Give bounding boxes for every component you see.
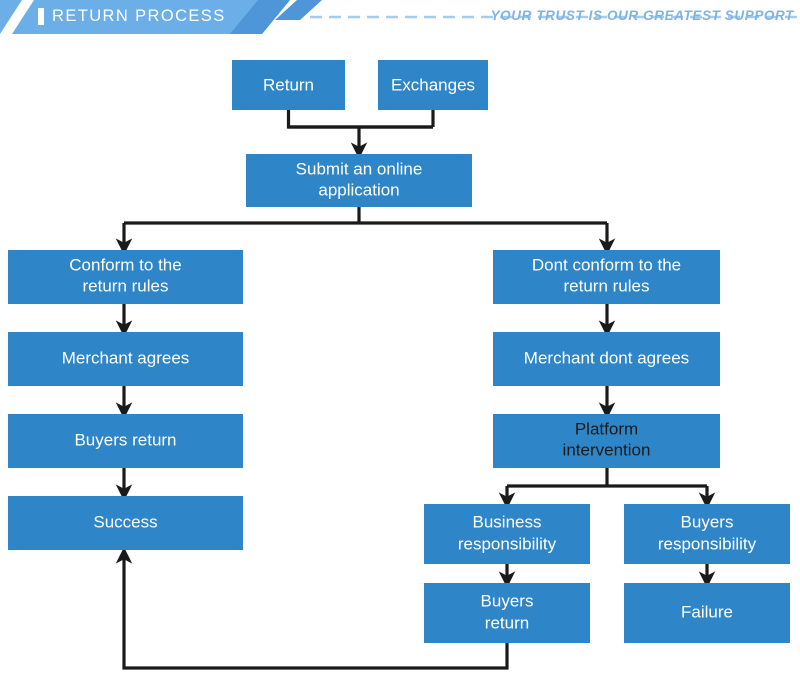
node-return[interactable]: Return — [232, 60, 345, 110]
return-process-flowchart: Return Exchanges Submit an online applic… — [8, 60, 790, 670]
node-merchant-agrees-label: Merchant agrees — [62, 348, 190, 367]
node-business-responsibility-label-line2: responsibility — [458, 534, 557, 553]
node-conform-rules-label-line2: return rules — [83, 276, 169, 295]
node-buyers-responsibility[interactable]: Buyers responsibility — [624, 504, 790, 564]
vertical-bar-icon — [38, 8, 44, 25]
node-return-label: Return — [263, 75, 314, 94]
node-success[interactable]: Success — [8, 496, 243, 550]
edge-platform-split — [507, 468, 707, 488]
node-not-conform-rules-label-line2: return rules — [564, 276, 650, 295]
node-platform-intervention-label-line2: intervention — [563, 440, 651, 459]
node-not-conform-rules[interactable]: Dont conform to the return rules — [493, 250, 720, 304]
node-buyers-return-left-label: Buyers return — [74, 430, 176, 449]
node-platform-intervention[interactable]: Platform intervention — [493, 414, 720, 468]
header-tagline: YOUR TRUST IS OUR GREATEST SUPPORT — [490, 8, 794, 23]
node-exchanges-label: Exchanges — [391, 75, 475, 94]
node-buyers-return-right-label-line1: Buyers — [481, 591, 534, 610]
node-failure[interactable]: Failure — [624, 583, 790, 643]
node-buyers-return-left[interactable]: Buyers return — [8, 414, 243, 468]
page-title: RETURN PROCESS — [52, 7, 226, 25]
node-platform-intervention-label-line1: Platform — [575, 419, 638, 438]
node-buyers-responsibility-label-line1: Buyers — [681, 512, 734, 531]
node-buyers-responsibility-label-line2: responsibility — [658, 534, 757, 553]
node-business-responsibility-label-line1: Business — [473, 512, 542, 531]
node-submit-application[interactable]: Submit an online application — [246, 154, 472, 207]
node-buyers-return-right-label-line2: return — [485, 613, 529, 632]
node-buyers-return-right[interactable]: Buyers return — [424, 583, 590, 643]
node-merchant-dont-agrees[interactable]: Merchant dont agrees — [493, 332, 720, 386]
node-conform-rules-label-line1: Conform to the — [69, 255, 181, 274]
node-conform-rules[interactable]: Conform to the return rules — [8, 250, 243, 304]
node-business-responsibility[interactable]: Business responsibility — [424, 504, 590, 564]
edge-return-to-submit — [286, 110, 433, 129]
node-merchant-dont-agrees-label: Merchant dont agrees — [524, 348, 689, 367]
node-exchanges[interactable]: Exchanges — [378, 60, 488, 110]
node-not-conform-rules-label-line1: Dont conform to the — [532, 255, 681, 274]
node-failure-label: Failure — [681, 602, 733, 621]
node-submit-application-label-line2: application — [318, 180, 399, 199]
node-submit-application-label-line1: Submit an online — [296, 159, 423, 178]
node-merchant-agrees[interactable]: Merchant agrees — [8, 332, 243, 386]
edge-submit-split — [124, 207, 607, 225]
node-success-label: Success — [93, 512, 157, 531]
